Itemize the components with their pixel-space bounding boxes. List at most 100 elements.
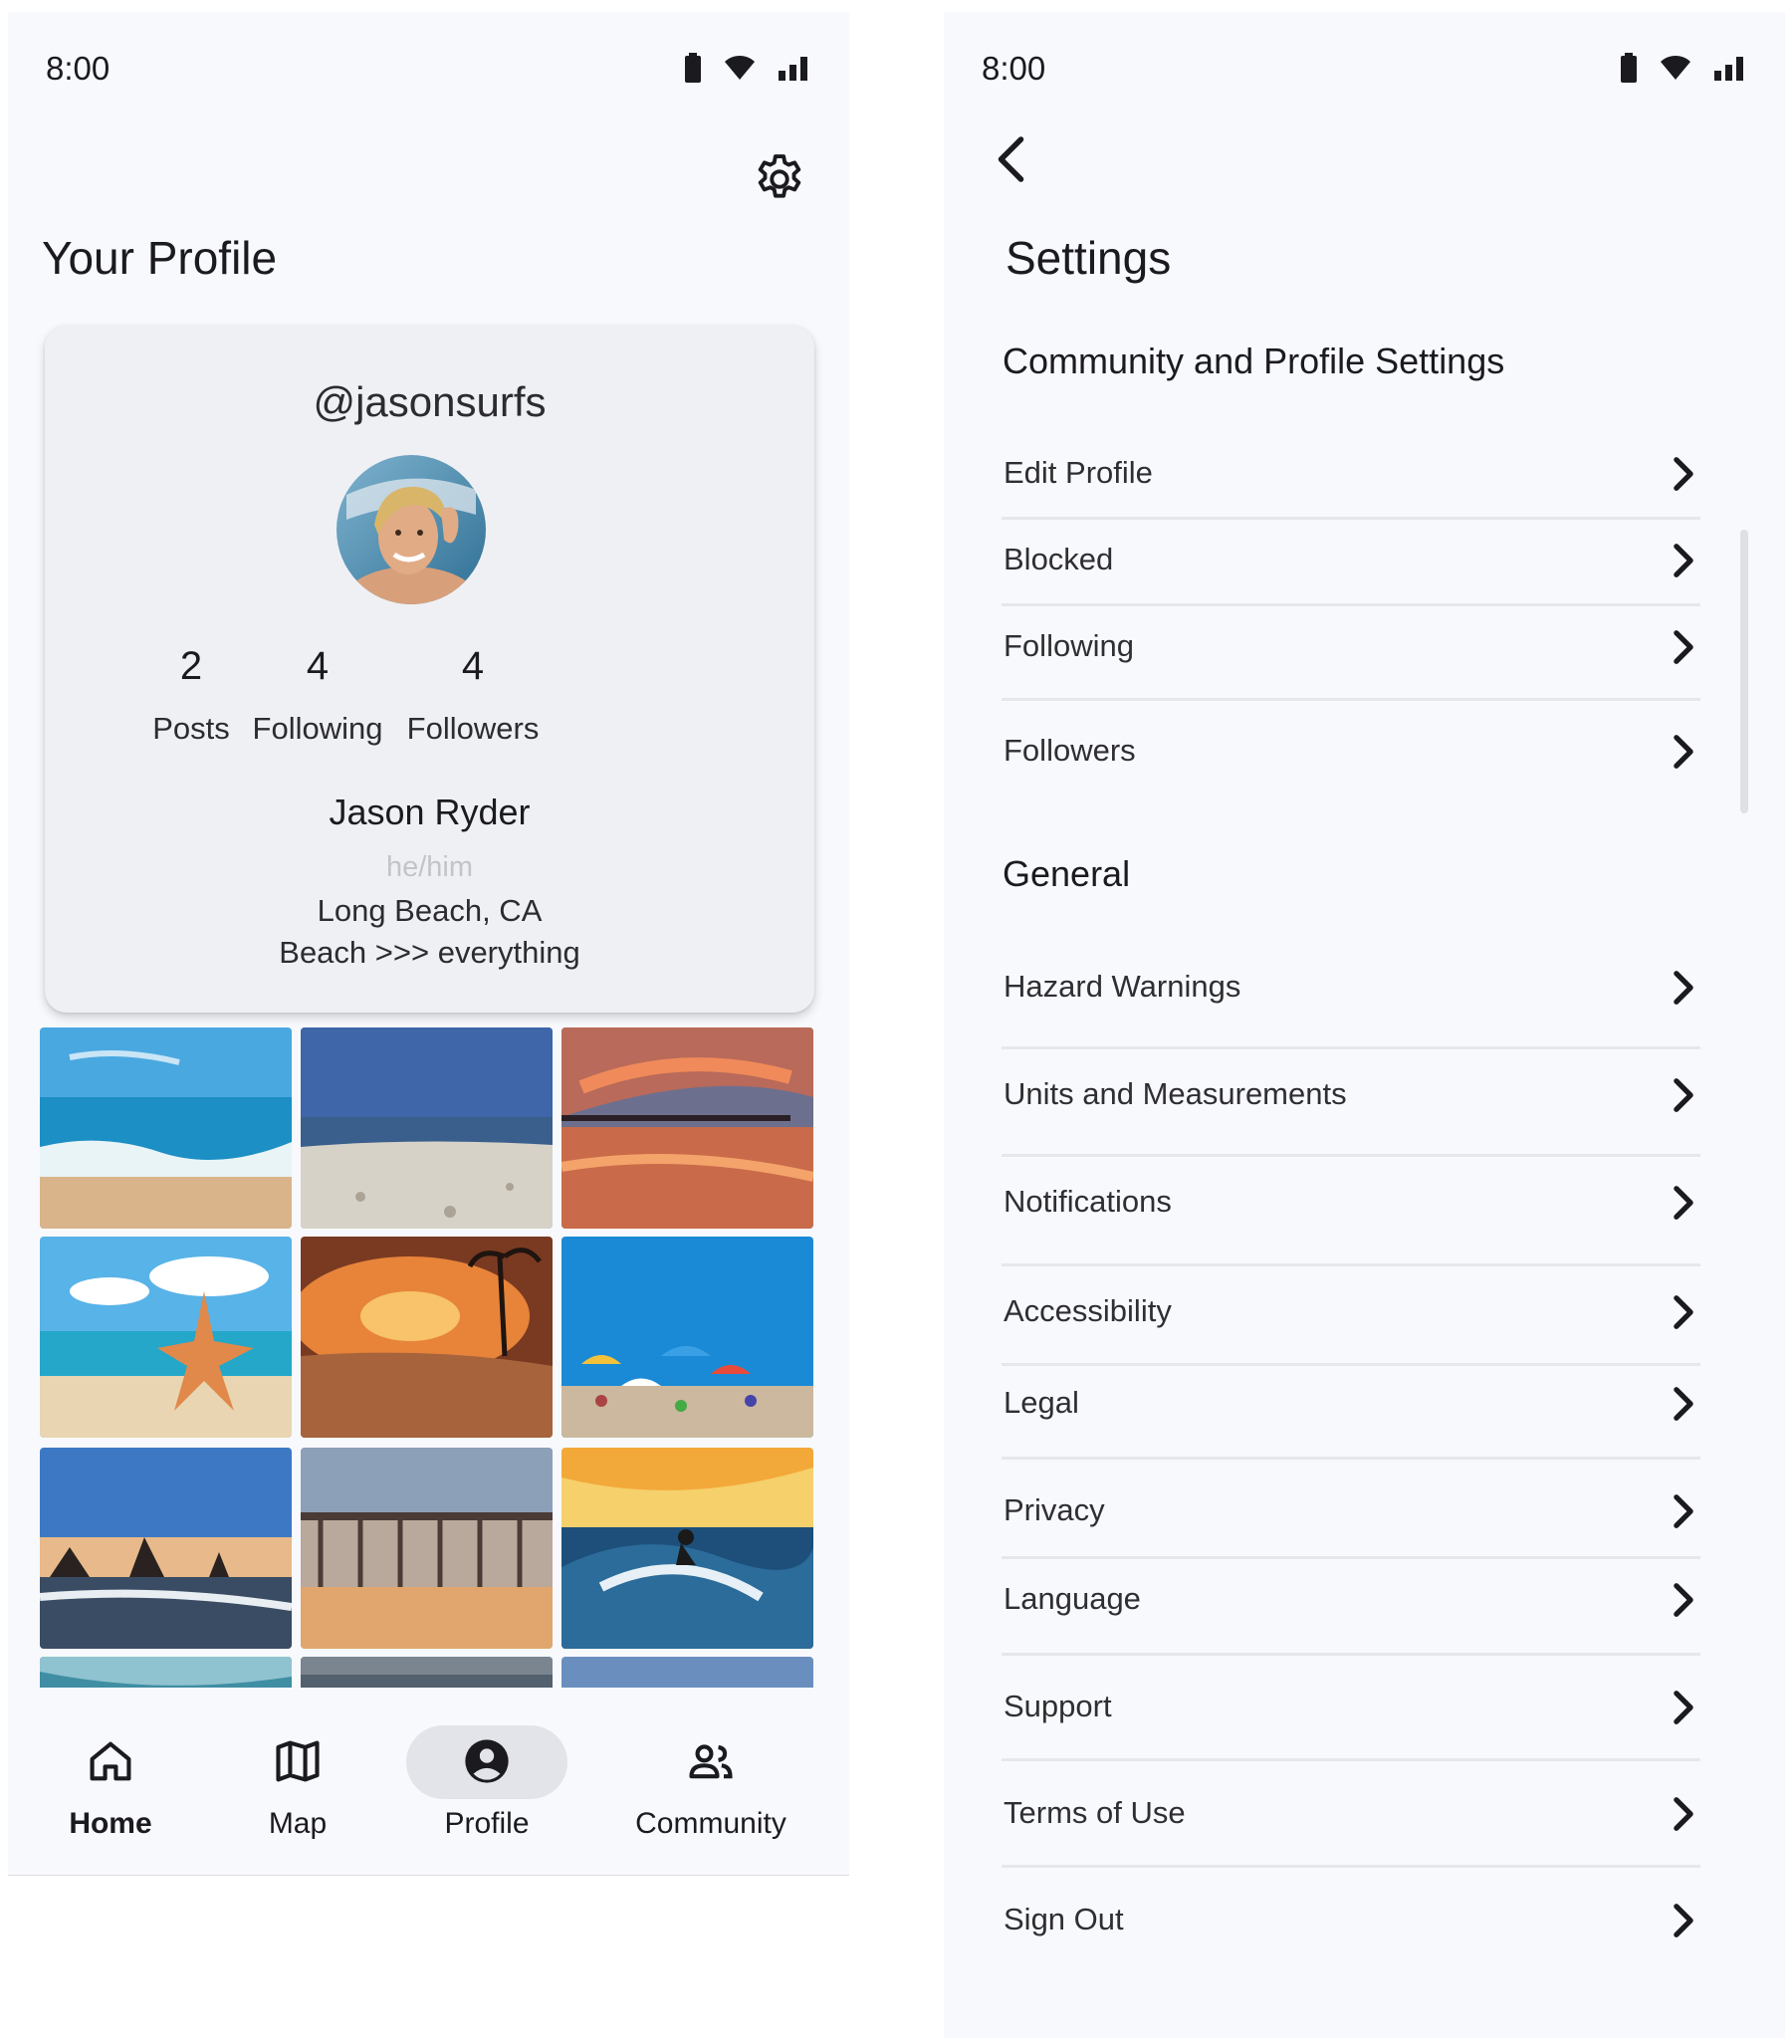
gear-icon bbox=[751, 150, 808, 213]
chevron-right-icon bbox=[1674, 735, 1693, 769]
map-icon bbox=[203, 1735, 392, 1787]
stat-value: 4 bbox=[461, 644, 485, 688]
chevron-right-icon bbox=[1674, 1904, 1693, 1937]
chevron-right-icon bbox=[1674, 1797, 1693, 1831]
status-icons bbox=[1620, 50, 1747, 90]
status-time: 8:00 bbox=[982, 50, 1046, 87]
section-heading-general: General bbox=[1003, 853, 1131, 894]
display-name: Jason Ryder bbox=[329, 792, 531, 832]
photo-tile[interactable] bbox=[301, 1027, 553, 1229]
stat-label: Followers bbox=[406, 711, 540, 746]
nav-home[interactable]: Home bbox=[16, 1688, 205, 1875]
photo-tile[interactable] bbox=[301, 1237, 553, 1438]
wifi-icon bbox=[1660, 55, 1691, 86]
photo-tile[interactable] bbox=[40, 1448, 292, 1649]
chevron-right-icon bbox=[1674, 971, 1693, 1005]
wifi-icon bbox=[724, 55, 756, 86]
setting-language[interactable]: Language bbox=[1002, 1557, 1700, 1656]
photo-tile[interactable] bbox=[561, 1027, 813, 1229]
setting-support[interactable]: Support bbox=[1002, 1665, 1700, 1761]
setting-label: Notifications bbox=[1004, 1184, 1172, 1219]
nav-label: Map bbox=[268, 1807, 328, 1840]
stat-value: 2 bbox=[179, 644, 203, 688]
home-icon bbox=[16, 1735, 205, 1787]
photo-tile[interactable] bbox=[40, 1027, 292, 1229]
status-icons bbox=[684, 50, 811, 90]
settings-screen: 8:00 Settings Community and Profile Sett… bbox=[944, 12, 1785, 2038]
setting-privacy[interactable]: Privacy bbox=[1002, 1469, 1700, 1559]
profile-card: @jasonsurfs 2 Posts 4 Following 4 Follow… bbox=[45, 326, 814, 1013]
section-heading-community: Community and Profile Settings bbox=[1003, 341, 1505, 381]
setting-following[interactable]: Following bbox=[1002, 604, 1700, 701]
stat-label: Following bbox=[252, 711, 383, 746]
nav-label: Home bbox=[69, 1807, 152, 1840]
setting-legal[interactable]: Legal bbox=[1002, 1361, 1700, 1460]
battery-icon bbox=[1620, 52, 1638, 88]
username-handle: @jasonsurfs bbox=[313, 378, 547, 425]
nav-label: Profile bbox=[444, 1807, 530, 1840]
photo-tile[interactable] bbox=[40, 1237, 292, 1438]
chevron-right-icon bbox=[1674, 1387, 1693, 1421]
avatar[interactable] bbox=[336, 455, 486, 604]
setting-units[interactable]: Units and Measurements bbox=[1002, 1052, 1700, 1157]
setting-label: Followers bbox=[1004, 733, 1136, 768]
setting-blocked[interactable]: Blocked bbox=[1002, 518, 1700, 606]
scrollbar[interactable] bbox=[1740, 530, 1748, 813]
setting-edit-profile[interactable]: Edit Profile bbox=[1002, 431, 1700, 520]
chevron-right-icon bbox=[1674, 457, 1693, 491]
setting-label: Sign Out bbox=[1004, 1902, 1124, 1936]
setting-label: Units and Measurements bbox=[1004, 1076, 1347, 1111]
setting-accessibility[interactable]: Accessibility bbox=[1002, 1269, 1700, 1366]
signal-icon bbox=[778, 55, 811, 86]
stat-following[interactable]: 4 Following bbox=[244, 644, 391, 747]
nav-label: Community bbox=[635, 1807, 786, 1840]
setting-label: Following bbox=[1004, 628, 1134, 663]
chevron-left-icon bbox=[984, 129, 1043, 194]
back-button[interactable] bbox=[984, 129, 1043, 189]
chevron-right-icon bbox=[1674, 1691, 1693, 1724]
bottom-navigation: Home Map Profile Community bbox=[8, 1688, 849, 1876]
setting-label: Blocked bbox=[1004, 542, 1114, 576]
photo-grid bbox=[40, 1027, 821, 1700]
setting-hazard-warnings[interactable]: Hazard Warnings bbox=[1002, 945, 1700, 1049]
setting-label: Support bbox=[1004, 1689, 1112, 1723]
settings-button[interactable] bbox=[745, 146, 814, 216]
setting-label: Hazard Warnings bbox=[1004, 969, 1241, 1004]
bio: Beach >>> everything bbox=[279, 935, 580, 970]
stat-posts[interactable]: 2 Posts bbox=[131, 644, 251, 747]
status-bar: 8:00 bbox=[944, 12, 1785, 121]
photo-tile[interactable] bbox=[561, 1237, 813, 1438]
setting-followers[interactable]: Followers bbox=[1002, 709, 1700, 795]
chevron-right-icon bbox=[1674, 630, 1693, 664]
setting-label: Terms of Use bbox=[1004, 1795, 1186, 1830]
setting-label: Accessibility bbox=[1004, 1293, 1172, 1328]
account-circle-icon bbox=[392, 1735, 581, 1787]
setting-terms-of-use[interactable]: Terms of Use bbox=[1002, 1771, 1700, 1868]
location: Long Beach, CA bbox=[317, 893, 543, 928]
pronouns: he/him bbox=[385, 851, 474, 883]
nav-community[interactable]: Community bbox=[601, 1688, 820, 1875]
page-title: Your Profile bbox=[42, 232, 278, 284]
signal-icon bbox=[1713, 55, 1747, 86]
profile-screen: 8:00 Your Profile @jasonsurfs 2 Posts 4 … bbox=[8, 12, 849, 1876]
setting-label: Edit Profile bbox=[1004, 455, 1153, 490]
photo-tile[interactable] bbox=[561, 1448, 813, 1649]
setting-label: Legal bbox=[1004, 1385, 1079, 1420]
photo-tile[interactable] bbox=[301, 1448, 553, 1649]
setting-notifications[interactable]: Notifications bbox=[1002, 1160, 1700, 1266]
stat-followers[interactable]: 4 Followers bbox=[383, 644, 562, 747]
chevron-right-icon bbox=[1674, 1078, 1693, 1112]
setting-label: Language bbox=[1004, 1581, 1141, 1616]
battery-icon bbox=[684, 52, 702, 88]
people-icon bbox=[601, 1735, 820, 1787]
page-title: Settings bbox=[1006, 232, 1172, 284]
nav-map[interactable]: Map bbox=[203, 1688, 392, 1875]
setting-sign-out[interactable]: Sign Out bbox=[1002, 1878, 1700, 1963]
setting-label: Privacy bbox=[1004, 1492, 1105, 1527]
stat-value: 4 bbox=[306, 644, 330, 688]
nav-profile[interactable]: Profile bbox=[392, 1688, 581, 1875]
status-time: 8:00 bbox=[46, 50, 111, 87]
chevron-right-icon bbox=[1674, 544, 1693, 577]
stat-label: Posts bbox=[152, 711, 230, 746]
chevron-right-icon bbox=[1674, 1494, 1693, 1528]
